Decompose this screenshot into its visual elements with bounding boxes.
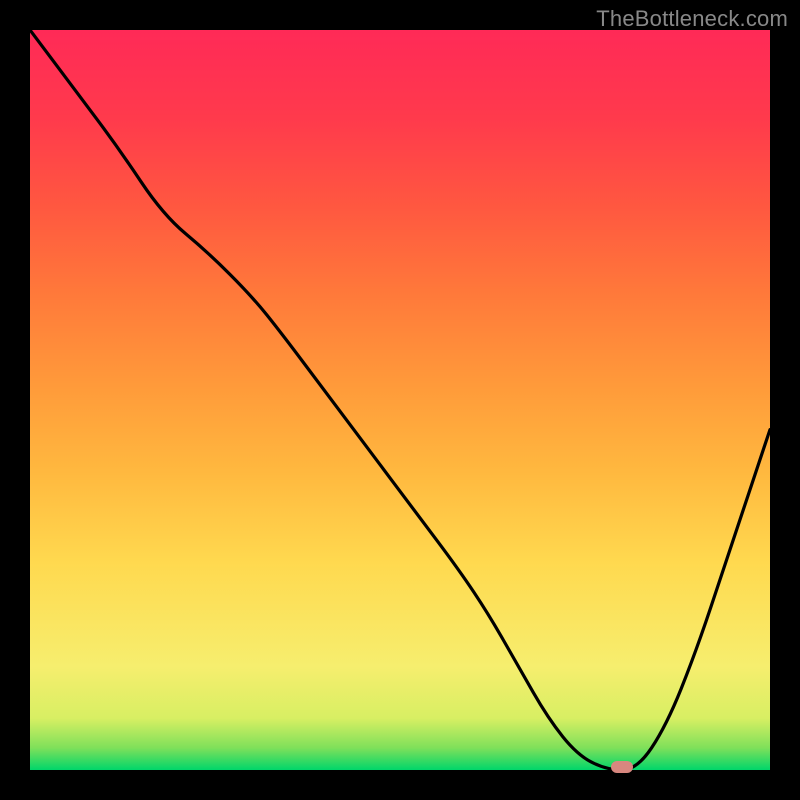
watermark-text: TheBottleneck.com bbox=[596, 6, 788, 32]
chart-stage: TheBottleneck.com bbox=[0, 0, 800, 800]
curve-svg bbox=[30, 30, 770, 770]
bottleneck-curve bbox=[30, 30, 770, 770]
optimum-marker bbox=[611, 761, 633, 773]
plot-area bbox=[30, 30, 770, 770]
